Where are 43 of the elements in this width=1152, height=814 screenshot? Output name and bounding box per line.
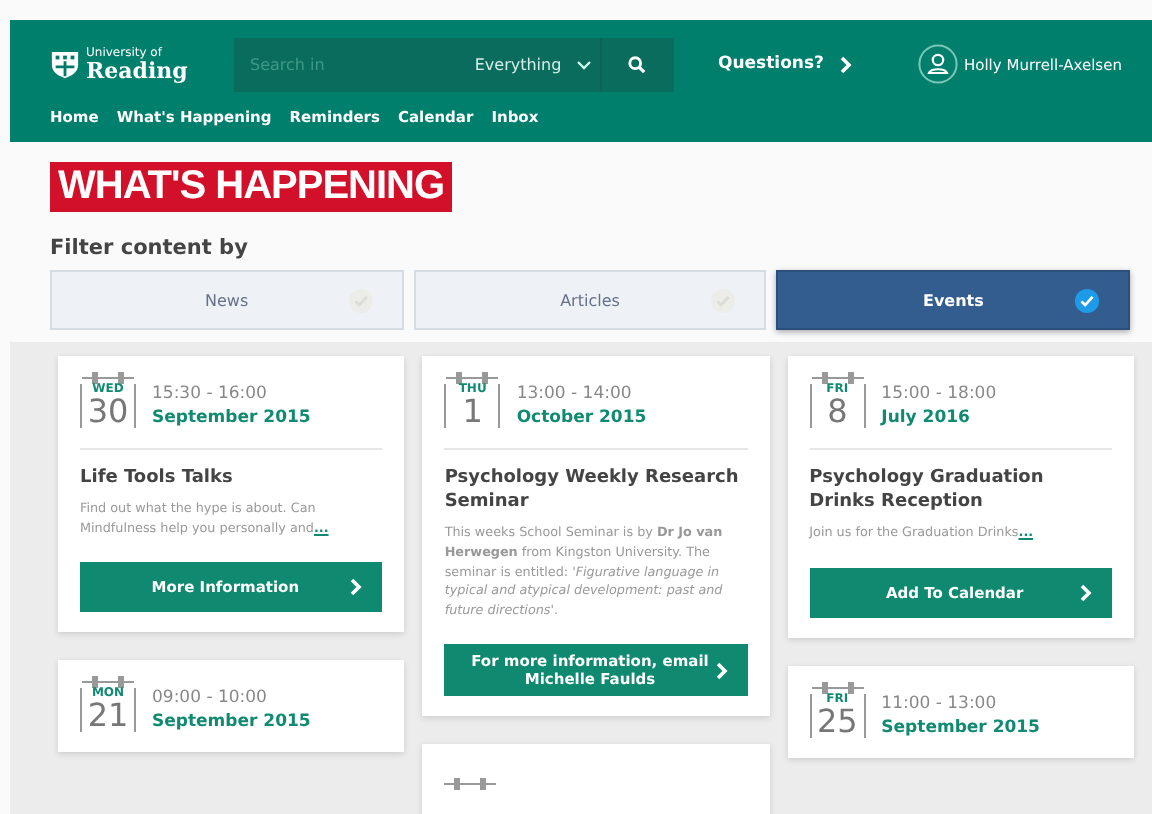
calendar-rings-icon	[82, 372, 134, 384]
event-month: September 2015	[881, 717, 1040, 738]
calendar-rings-icon	[811, 372, 864, 384]
event-month: July 2016	[881, 408, 972, 428]
day-number: 30	[87, 396, 129, 428]
filter-label: Filter content by	[50, 236, 250, 260]
user-icon[interactable]	[918, 44, 958, 84]
event-time: 15:00 - 18:00	[881, 384, 997, 404]
crest-icon	[50, 49, 80, 79]
check-icon	[710, 288, 737, 314]
event-time: 15:30 - 16:00	[152, 384, 269, 404]
event-time: 13:00 - 14:00	[516, 384, 634, 404]
calendar-rings-icon	[82, 676, 134, 689]
event-time: 11:00 - 13:00	[881, 693, 999, 714]
event-time: 09:00 - 10:00	[152, 688, 269, 709]
day-number: 25	[816, 705, 858, 738]
day-number: 8	[827, 396, 848, 428]
check-icon	[1074, 288, 1101, 314]
day-number: 21	[87, 700, 129, 733]
event-month: October 2015	[516, 408, 647, 428]
chevron-right-icon	[839, 55, 852, 73]
scope-dropdown[interactable]: Everything	[454, 37, 602, 91]
chevron-right-icon	[350, 578, 363, 597]
page-title: WHAT'S HAPPENING	[50, 162, 453, 212]
filter-tab[interactable]: Events	[776, 270, 1131, 330]
event-month: September 2015	[152, 408, 311, 428]
filter-tab[interactable]: News	[50, 270, 404, 330]
event-title: Psychology Weekly Research Seminar	[444, 466, 741, 515]
check-icon	[347, 288, 374, 314]
logo-text[interactable]: Reading	[86, 59, 188, 81]
calendar-rings-icon	[811, 681, 864, 694]
calendar-rings-icon	[444, 778, 497, 791]
chevron-down-icon	[575, 59, 592, 69]
calendar-rings-icon	[446, 372, 499, 384]
questions-link[interactable]: Questions?	[718, 54, 878, 74]
filter-tab[interactable]: Articles	[413, 270, 767, 330]
search-icon	[628, 55, 647, 73]
event-title: Psychology Graduation Drinks Reception	[809, 466, 1046, 515]
day-number: 1	[462, 396, 483, 428]
event-title: Life Tools Talks	[80, 466, 235, 491]
event-month: September 2015	[152, 712, 311, 733]
chevron-right-icon	[715, 661, 728, 680]
chevron-right-icon	[1079, 583, 1092, 602]
